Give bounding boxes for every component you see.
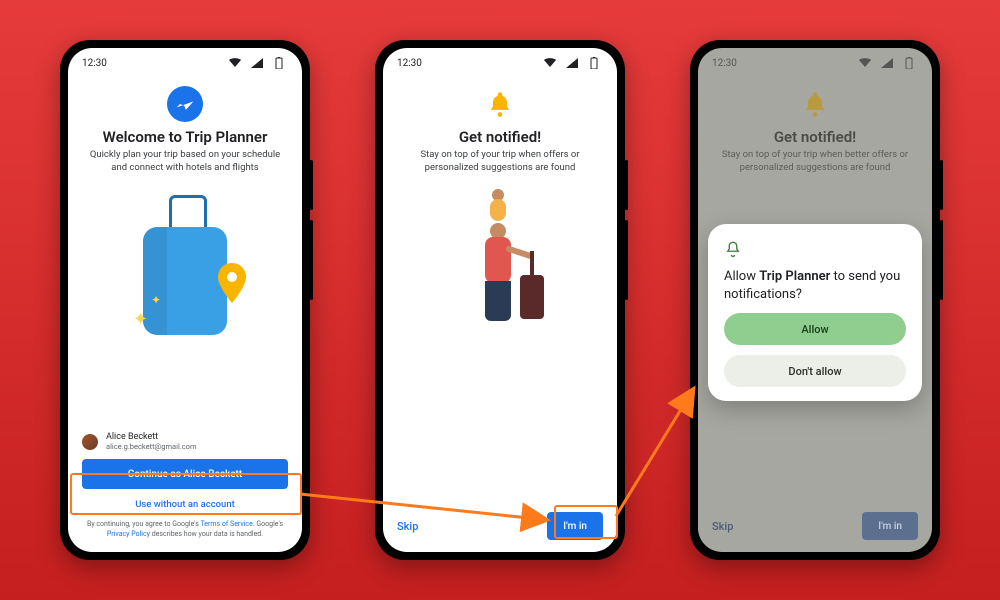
status-bar: 12:30: [698, 48, 932, 72]
phone-mockup-1: 12:30 Welcome to Trip Planner Quickly pl…: [60, 40, 310, 560]
account-name: Alice Beckett: [106, 432, 197, 442]
plane-icon: [167, 86, 203, 122]
status-time: 12:30: [397, 58, 422, 69]
power-button: [310, 160, 313, 210]
notify-footer-dim: Skip I'm in: [698, 502, 932, 552]
screen-welcome: 12:30 Welcome to Trip Planner Quickly pl…: [68, 48, 302, 552]
sparkle-icon: ✦: [151, 293, 161, 307]
location-pin-icon: [217, 263, 247, 303]
traveler-illustration: [440, 189, 560, 339]
notify-title: Get notified!: [459, 128, 541, 146]
signal-icon: [563, 54, 581, 72]
arrow-2: [616, 388, 694, 516]
continue-label: Continue as Alice Beckett: [128, 469, 242, 480]
volume-button: [940, 220, 943, 300]
battery-icon: [270, 54, 288, 72]
suitcase-illustration: ✦ ✦: [125, 189, 245, 337]
allow-button[interactable]: Allow: [724, 313, 906, 345]
notify-subtitle-dim: Stay on top of your trip when better off…: [698, 149, 932, 175]
skip-button-dim: Skip: [712, 520, 733, 533]
tos-link[interactable]: Terms of Service: [200, 520, 252, 528]
bell-icon: [801, 90, 829, 122]
status-bar: 12:30: [383, 48, 617, 72]
battery-icon: [900, 54, 918, 72]
privacy-link[interactable]: Privacy Policy: [107, 530, 150, 538]
signal-icon: [878, 54, 896, 72]
sparkle-icon: ✦: [133, 309, 148, 330]
bell-outline-icon: [724, 240, 906, 258]
screen-permission: 12:30 Get notified! Stay on top of your …: [698, 48, 932, 552]
phone-mockup-3: 12:30 Get notified! Stay on top of your …: [690, 40, 940, 560]
volume-button: [310, 220, 313, 300]
account-email: alice.g.beckett@gmail.com: [106, 442, 197, 451]
power-button: [625, 160, 628, 210]
skip-button[interactable]: Skip: [397, 520, 418, 533]
signal-icon: [248, 54, 266, 72]
im-in-button[interactable]: I'm in: [547, 512, 603, 540]
wifi-icon: [541, 54, 559, 72]
power-button: [940, 160, 943, 210]
dont-allow-button[interactable]: Don't allow: [724, 355, 906, 387]
notify-subtitle: Stay on top of your trip when offers or …: [383, 149, 617, 175]
continue-button[interactable]: Continue as Alice Beckett: [82, 459, 288, 489]
permission-dialog-title: Allow Trip Planner to send you notificat…: [724, 268, 906, 303]
screen-notify: 12:30 Get notified! Stay on top of your …: [383, 48, 617, 552]
welcome-subtitle: Quickly plan your trip based on your sch…: [68, 149, 302, 175]
use-without-account-link[interactable]: Use without an account: [82, 499, 288, 510]
account-row[interactable]: Alice Beckett alice.g.beckett@gmail.com: [82, 432, 288, 451]
legal-text: By continuing, you agree to Google's Ter…: [82, 520, 288, 540]
wifi-icon: [856, 54, 874, 72]
welcome-title: Welcome to Trip Planner: [103, 128, 268, 146]
status-bar: 12:30: [68, 48, 302, 72]
notify-footer: Skip I'm in: [383, 502, 617, 552]
status-time: 12:30: [82, 58, 107, 69]
welcome-footer: Alice Beckett alice.g.beckett@gmail.com …: [68, 422, 302, 552]
status-time: 12:30: [712, 58, 737, 69]
onboarding-flow-diagram: 12:30 Welcome to Trip Planner Quickly pl…: [0, 0, 1000, 600]
phone-mockup-2: 12:30 Get notified! Stay on top of your …: [375, 40, 625, 560]
notification-permission-dialog: Allow Trip Planner to send you notificat…: [708, 224, 922, 401]
notify-title-dim: Get notified!: [774, 128, 856, 146]
im-in-button-dim: I'm in: [862, 512, 918, 540]
bell-icon: [486, 90, 514, 122]
battery-icon: [585, 54, 603, 72]
wifi-icon: [226, 54, 244, 72]
volume-button: [625, 220, 628, 300]
avatar: [82, 434, 98, 450]
